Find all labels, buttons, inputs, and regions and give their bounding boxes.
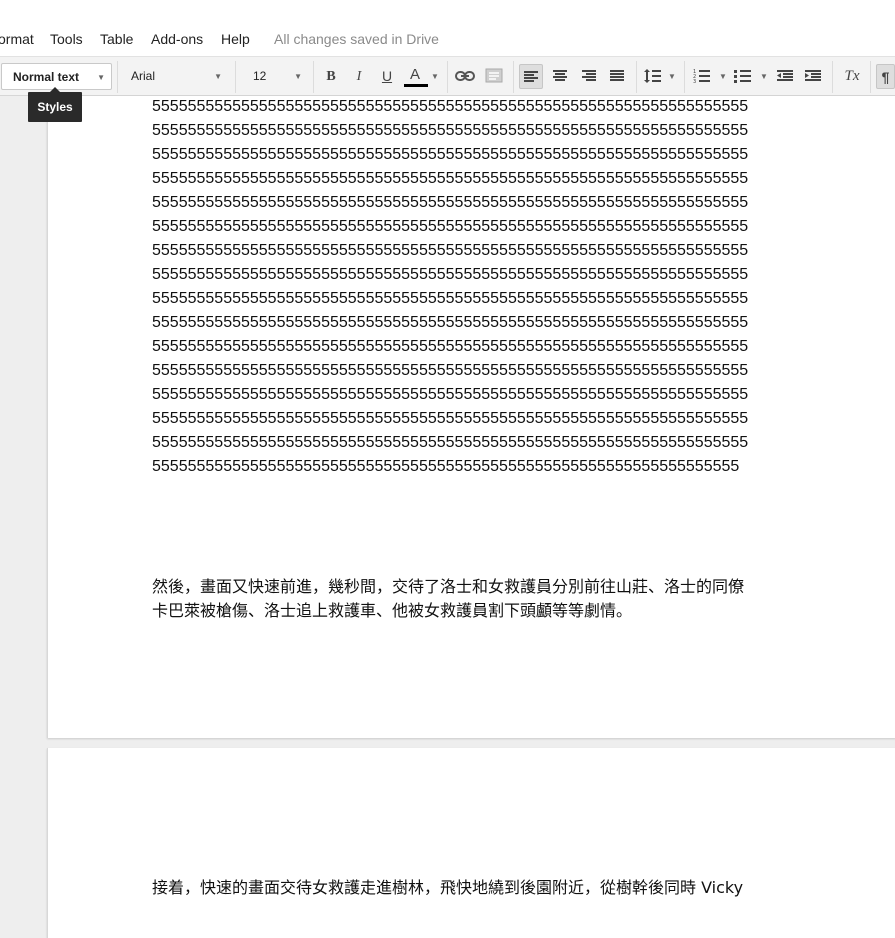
link-icon: [455, 71, 475, 81]
text-line: 5555555555555555555555555555555555555555…: [152, 146, 749, 163]
comment-icon: [485, 68, 503, 83]
decrease-indent-icon: [777, 70, 793, 81]
document-page[interactable]: 5555555555555555555555555555555555555555…: [47, 96, 895, 738]
justify-button[interactable]: [605, 64, 629, 89]
font-size-value: 12: [253, 69, 267, 83]
font-dropdown[interactable]: Arial ▼: [124, 63, 228, 90]
menu-addons[interactable]: Add-ons: [151, 31, 203, 47]
toolbar-divider: [117, 61, 118, 93]
text-line: 5555555555555555555555555555555555555555…: [152, 170, 749, 187]
text-line: 5555555555555555555555555555555555555555…: [152, 362, 749, 379]
chevron-down-icon[interactable]: ▼: [760, 64, 768, 89]
menu-table[interactable]: Table: [100, 31, 133, 47]
toolbar: Normal text ▼ Arial ▼ 12 ▼ B I U A ▼ ▼ 1…: [0, 56, 895, 96]
clear-formatting-button[interactable]: Tx: [840, 64, 864, 89]
increase-indent-icon: [805, 70, 821, 81]
styles-dropdown[interactable]: Normal text ▼: [1, 63, 112, 90]
line-spacing-button[interactable]: [641, 64, 665, 89]
menu-format[interactable]: ormat: [0, 31, 34, 47]
toolbar-divider: [513, 61, 514, 93]
chevron-down-icon: ▼: [294, 72, 302, 81]
clear-formatting-label: Tx: [844, 68, 860, 84]
menu-help[interactable]: Help: [221, 31, 250, 47]
chevron-down-icon[interactable]: ▼: [668, 64, 676, 89]
chevron-down-icon: ▼: [214, 72, 222, 81]
paragraph[interactable]: 接着，快速的畫面交待女救護走進樹林，飛快地繞到後園附近，從樹幹後同時 Vicky: [152, 876, 812, 900]
styles-tooltip: Styles: [28, 87, 82, 122]
svg-text:3: 3: [693, 79, 696, 84]
text-color-button[interactable]: A: [403, 64, 428, 89]
document-page[interactable]: 接着，快速的畫面交待女救護走進樹林，飛快地繞到後園附近，從樹幹後同時 Vicky: [47, 748, 895, 938]
align-left-icon: [524, 71, 538, 82]
font-size-dropdown[interactable]: 12 ▼: [246, 63, 308, 90]
toolbar-divider: [870, 61, 871, 93]
increase-indent-button[interactable]: [801, 64, 825, 89]
text-line: 5555555555555555555555555555555555555555…: [152, 338, 749, 355]
justify-icon: [610, 70, 624, 81]
paragraph-line: 卡巴萊被槍傷、洛士追上救護車、他被女救護員割下頭顱等等劇情。: [152, 601, 633, 620]
decrease-indent-button[interactable]: [773, 64, 797, 89]
link-button[interactable]: [453, 64, 477, 89]
text-color-label: A: [409, 66, 420, 83]
align-center-icon: [553, 70, 567, 81]
chevron-down-icon[interactable]: ▼: [431, 64, 439, 89]
align-left-button[interactable]: [519, 64, 543, 89]
text-line: 5555555555555555555555555555555555555555…: [152, 194, 749, 211]
align-right-icon: [582, 70, 596, 81]
paragraph-line: 接着，快速的畫面交待女救護走進樹林，飛快地繞到後園附近，從樹幹後同時 Vicky: [152, 878, 744, 897]
line-spacing-icon: [644, 69, 661, 83]
toolbar-divider: [684, 61, 685, 93]
toolbar-divider: [832, 61, 833, 93]
text-color-swatch: [404, 84, 428, 87]
toolbar-divider: [447, 61, 448, 93]
text-line: 5555555555555555555555555555555555555555…: [152, 266, 749, 283]
paragraph-line: 然後，畫面又快速前進，幾秒間，交待了洛士和女救護員分別前往山莊、洛士的同僚: [152, 577, 745, 596]
italic-button[interactable]: I: [347, 64, 371, 89]
paragraph[interactable]: 然後，畫面又快速前進，幾秒間，交待了洛士和女救護員分別前往山莊、洛士的同僚 卡巴…: [152, 575, 812, 623]
align-center-button[interactable]: [548, 64, 572, 89]
text-line: 5555555555555555555555555555555555555555…: [152, 410, 749, 427]
text-line: 5555555555555555555555555555555555555555…: [152, 314, 749, 331]
numbered-list-button[interactable]: 1 2 3: [690, 64, 714, 89]
paragraph-button[interactable]: ¶: [876, 64, 895, 89]
text-line: 5555555555555555555555555555555555555555…: [152, 98, 749, 115]
bold-button[interactable]: B: [319, 64, 343, 89]
text-line: 5555555555555555555555555555555555555555…: [152, 290, 749, 307]
underline-button[interactable]: U: [375, 64, 399, 89]
menu-tools[interactable]: Tools: [50, 31, 83, 47]
bulleted-list-icon: [734, 70, 751, 83]
bulleted-list-button[interactable]: [731, 64, 755, 89]
text-line: 5555555555555555555555555555555555555555…: [152, 218, 749, 235]
text-line: 5555555555555555555555555555555555555555…: [152, 434, 749, 451]
save-status: All changes saved in Drive: [274, 31, 439, 47]
font-value: Arial: [131, 69, 156, 83]
toolbar-divider: [313, 61, 314, 93]
toolbar-divider: [636, 61, 637, 93]
chevron-down-icon: ▼: [97, 73, 105, 82]
text-line: 5555555555555555555555555555555555555555…: [152, 386, 749, 403]
numbered-list-icon: 1 2 3: [693, 69, 710, 85]
chevron-down-icon[interactable]: ▼: [719, 64, 727, 89]
menu-bar: ormat Tools Table Add-ons Help All chang…: [0, 0, 895, 56]
styles-value: Normal text: [13, 70, 80, 84]
text-line: 5555555555555555555555555555555555555555…: [152, 458, 740, 475]
text-line: 5555555555555555555555555555555555555555…: [152, 242, 749, 259]
align-right-button[interactable]: [577, 64, 601, 89]
text-line: 5555555555555555555555555555555555555555…: [152, 122, 749, 139]
toolbar-divider: [235, 61, 236, 93]
comment-button[interactable]: [482, 64, 506, 89]
